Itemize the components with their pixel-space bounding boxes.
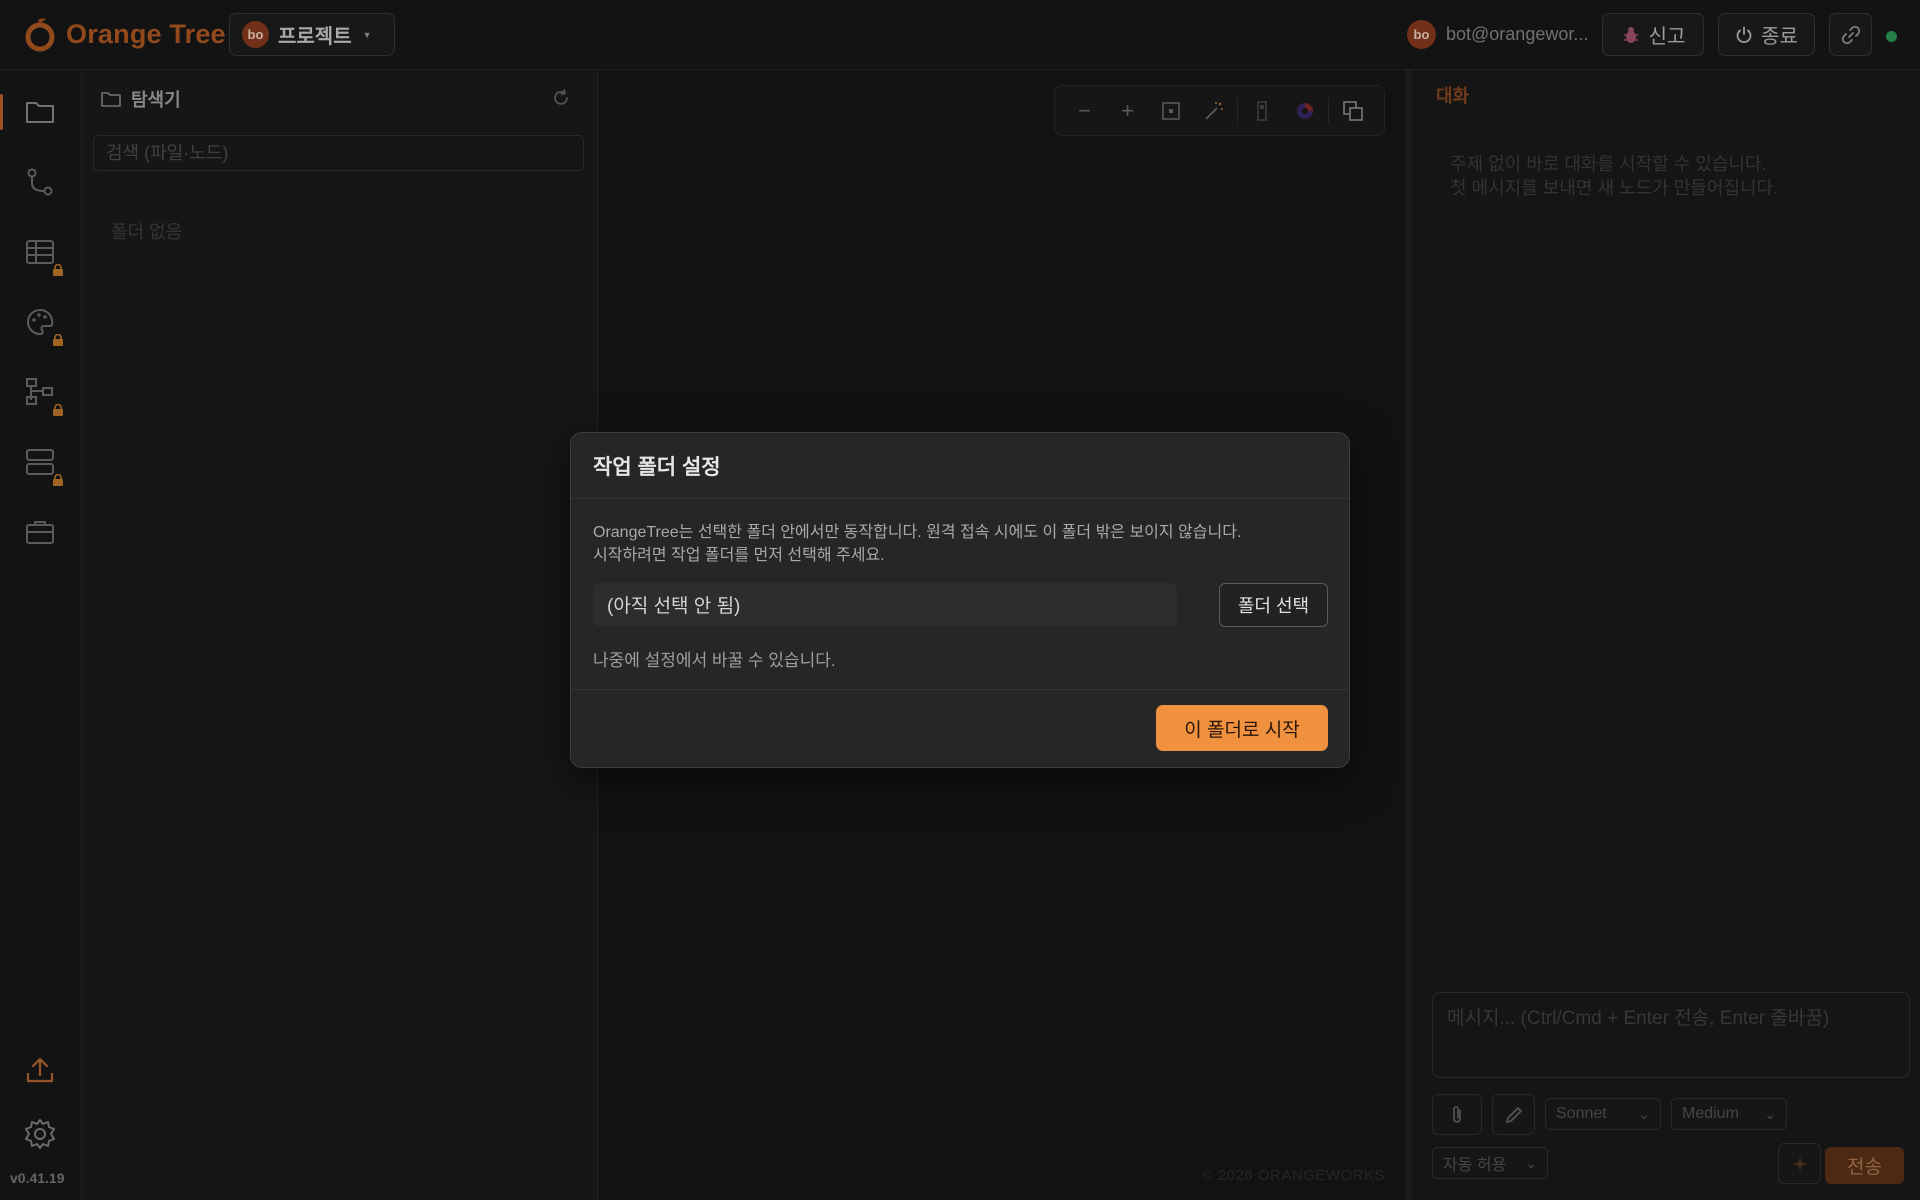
dialog-title: 작업 폴더 설정	[593, 455, 721, 479]
dialog-description-line: OrangeTree는 선택한 폴더 안에서만 동작합니다. 원격 접속 시에도…	[593, 524, 1242, 541]
start-with-folder-button[interactable]: 이 폴더로 시작	[1156, 705, 1328, 751]
dialog-description: OrangeTree는 선택한 폴더 안에서만 동작합니다. 원격 접속 시에도…	[593, 521, 1241, 567]
dialog-note: 나중에 설정에서 바꿀 수 있습니다.	[593, 651, 836, 670]
dialog-description-line: 시작하려면 작업 폴더를 먼저 선택해 주세요.	[593, 547, 885, 564]
workspace-folder-dialog: 작업 폴더 설정 OrangeTree는 선택한 폴더 안에서만 동작합니다. …	[570, 432, 1350, 768]
pick-folder-button[interactable]: 폴더 선택	[1219, 583, 1328, 627]
dialog-header: 작업 폴더 설정	[571, 433, 1349, 499]
selected-folder-path: (아직 선택 안 됨)	[593, 583, 1177, 626]
dialog-footer: 이 폴더로 시작	[571, 689, 1349, 769]
